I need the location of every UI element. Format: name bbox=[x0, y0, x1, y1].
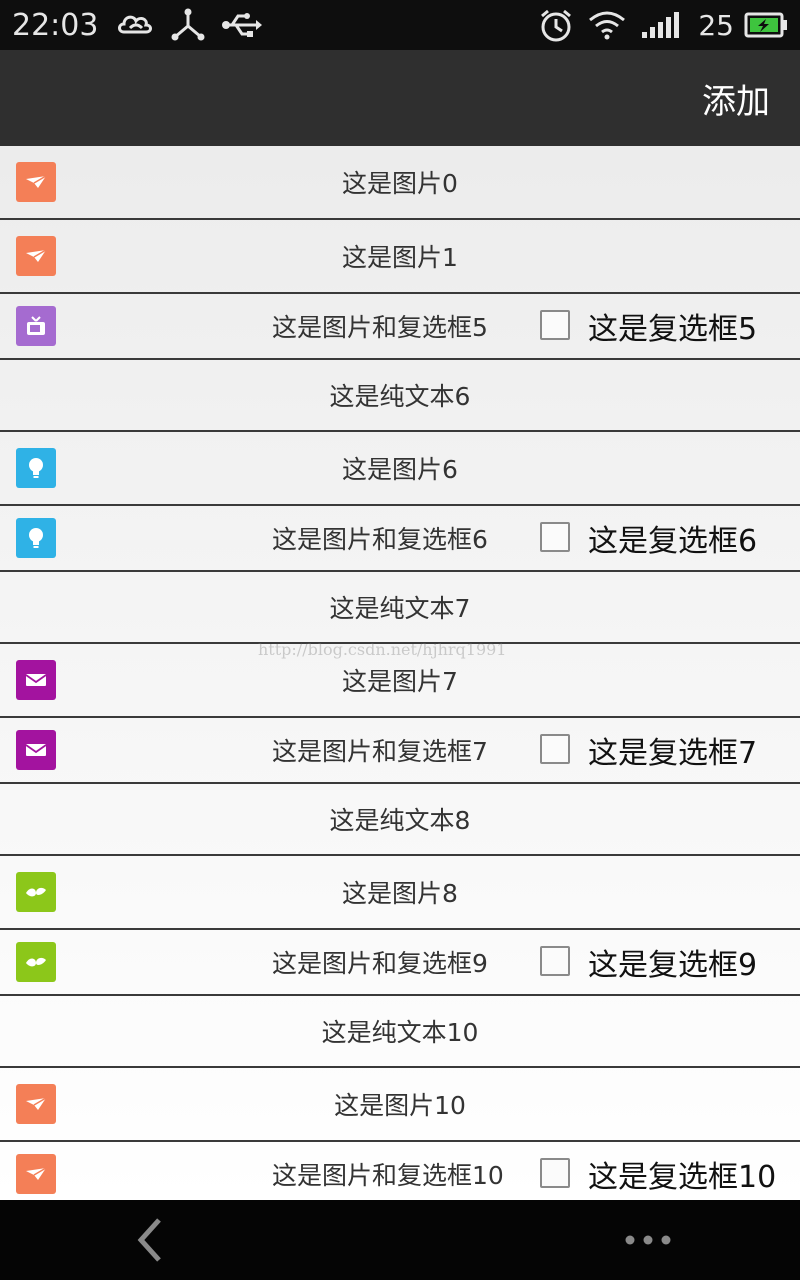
list-item-label: 这是图片和复选框10 bbox=[272, 1161, 504, 1190]
status-right-group: 25 bbox=[538, 7, 788, 43]
list-item-label: 这是纯文本7 bbox=[329, 594, 471, 623]
list-item-label: 这是图片7 bbox=[342, 667, 458, 696]
list-item[interactable]: 这是图片1 bbox=[0, 220, 800, 294]
list-item-label: 这是图片和复选框6 bbox=[272, 525, 488, 554]
list-item-label: 这是图片0 bbox=[342, 169, 458, 198]
list-item[interactable]: 这是图片0 bbox=[0, 146, 800, 220]
action-bar: 添加 bbox=[0, 50, 800, 146]
checkbox-label[interactable]: 这是复选框10 bbox=[588, 1142, 776, 1200]
wifi-icon bbox=[588, 10, 626, 40]
list-item-label: 这是图片6 bbox=[342, 455, 458, 484]
add-button[interactable]: 添加 bbox=[702, 74, 770, 123]
list-item-label: 这是图片和复选框9 bbox=[272, 949, 488, 978]
signal-icon bbox=[640, 10, 680, 40]
list-item[interactable]: 这是图片6 bbox=[0, 432, 800, 506]
list-item-label: 这是图片和复选框5 bbox=[272, 313, 488, 342]
more-options-icon[interactable] bbox=[618, 1212, 678, 1268]
battery-icon bbox=[744, 12, 788, 38]
usb-icon bbox=[220, 11, 263, 39]
list-item[interactable]: 这是纯文本6 bbox=[0, 360, 800, 432]
leaf-icon bbox=[16, 942, 56, 982]
checkbox-label[interactable]: 这是复选框9 bbox=[588, 930, 757, 994]
list-item-label: 这是图片10 bbox=[334, 1091, 466, 1120]
list-item[interactable]: 这是图片和复选框7 这是复选框7 bbox=[0, 718, 800, 784]
list-item[interactable]: 这是图片10 bbox=[0, 1068, 800, 1142]
item-list[interactable]: 这是图片0 这是图片1 这是图片和复选框5 这是复选框5 这是纯文本6 这是图片6 这是图片… bbox=[0, 146, 800, 1200]
checkbox[interactable] bbox=[540, 310, 570, 340]
checkbox[interactable] bbox=[540, 1158, 570, 1188]
list-item-label: 这是纯文本8 bbox=[329, 806, 471, 835]
list-item[interactable]: 这是纯文本8 bbox=[0, 784, 800, 856]
list-item[interactable]: 这是纯文本7 bbox=[0, 572, 800, 644]
mail-icon bbox=[16, 730, 56, 770]
checkbox-label[interactable]: 这是复选框6 bbox=[588, 506, 757, 570]
checkbox[interactable] bbox=[540, 734, 570, 764]
share-network-icon bbox=[170, 8, 206, 42]
tv-icon bbox=[16, 306, 56, 346]
checkbox[interactable] bbox=[540, 522, 570, 552]
lightbulb-icon bbox=[16, 518, 56, 558]
checkbox-label[interactable]: 这是复选框5 bbox=[588, 294, 757, 358]
checkbox-label[interactable]: 这是复选框7 bbox=[588, 718, 757, 782]
alarm-icon bbox=[538, 7, 574, 43]
list-item[interactable]: 这是图片和复选框9 这是复选框9 bbox=[0, 930, 800, 996]
status-time: 22:03 bbox=[12, 7, 99, 43]
checkbox[interactable] bbox=[540, 946, 570, 976]
status-bar: 22:03 25 bbox=[0, 0, 800, 50]
list-item[interactable]: 这是图片和复选框5 这是复选框5 bbox=[0, 294, 800, 360]
list-item-label: 这是图片1 bbox=[342, 243, 458, 272]
list-item[interactable]: 这是纯文本10 bbox=[0, 996, 800, 1068]
cloud-icon bbox=[116, 10, 156, 40]
list-item-label: 这是纯文本6 bbox=[329, 382, 471, 411]
list-item[interactable]: 这是图片和复选框6 这是复选框6 bbox=[0, 506, 800, 572]
list-item[interactable]: 这是图片8 bbox=[0, 856, 800, 930]
nav-bar bbox=[0, 1200, 800, 1280]
list-item-label: 这是纯文本10 bbox=[321, 1018, 479, 1047]
paper-plane-icon bbox=[16, 1154, 56, 1194]
back-icon[interactable] bbox=[120, 1212, 180, 1268]
list-item[interactable]: 这是图片和复选框10 这是复选框10 bbox=[0, 1142, 800, 1200]
list-item[interactable]: 这是图片7 bbox=[0, 644, 800, 718]
battery-level-text: 25 bbox=[698, 8, 734, 42]
list-item-label: 这是图片8 bbox=[342, 879, 458, 908]
list-item-label: 这是图片和复选框7 bbox=[272, 737, 488, 766]
